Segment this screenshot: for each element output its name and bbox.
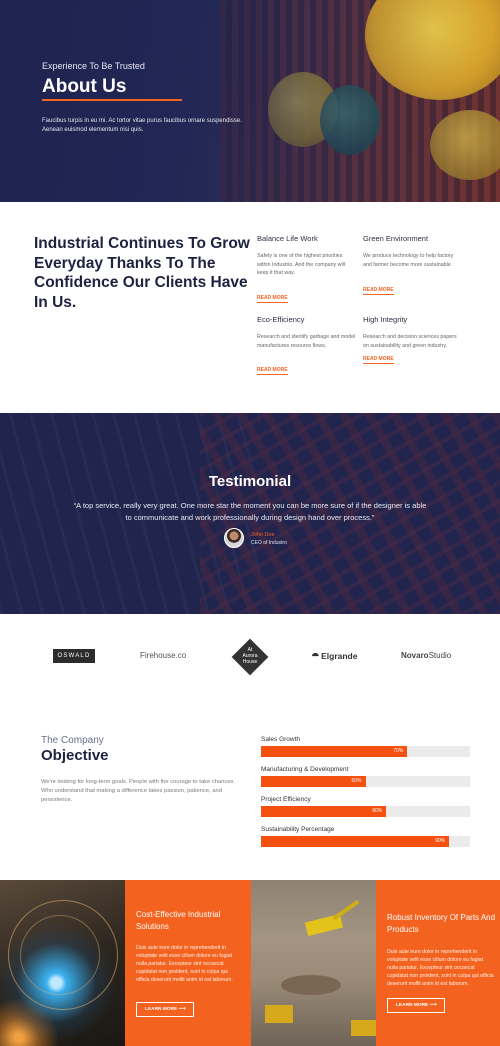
testimonial-section: Testimonial “A top service, really very … <box>0 413 500 614</box>
objective-description: We're looking for long-term goals. Peopl… <box>41 779 236 803</box>
client-logo-oswald: OSWALD <box>53 649 95 663</box>
progress-fill: 50% <box>261 776 366 787</box>
progress-percent: 60% <box>372 808 383 814</box>
title-underline <box>42 99 182 101</box>
hero-description: Faucibus turpis in eu mi. Ac tortor vita… <box>42 118 242 133</box>
progress-track: 60% <box>261 806 470 817</box>
about-headline: Industrial Continues To Grow Everyday Th… <box>34 235 250 311</box>
progress-sustainability-percentage: Sustainability Percentage 90% <box>261 826 470 847</box>
novaro-logo-light: Studio <box>428 651 452 660</box>
hero-kicker: Experience To Be Trusted <box>42 61 145 71</box>
testimonial-author-role: CEO of Industro <box>251 540 287 546</box>
rock-pile <box>281 975 341 995</box>
progress-track: 70% <box>261 746 470 757</box>
feature-eco-efficiency: Eco-Efficiency Research and identify gar… <box>257 315 357 375</box>
service-card-robust-inventory: Robust Inventory Of Parts And Products D… <box>376 880 500 1046</box>
progress-track: 90% <box>261 836 470 847</box>
read-more-link[interactable]: READ MORE <box>257 367 288 375</box>
feature-title: High Integrity <box>363 315 408 324</box>
service-card-cost-effective: Cost-Effective Industrial Solutions Duis… <box>125 880 251 1046</box>
client-logo-aurora-house: At Aurora House <box>231 638 269 676</box>
progress-manufacturing-development: Manufacturing & Development 50% <box>261 766 470 787</box>
client-logo-firehouse: Firehouse.co <box>140 651 187 660</box>
progress-percent: 90% <box>435 838 446 844</box>
aurora-logo-line: House <box>242 659 258 665</box>
progress-fill: 90% <box>261 836 450 847</box>
read-more-link[interactable]: READ MORE <box>363 356 394 364</box>
excavator-arm <box>332 899 360 921</box>
feature-green-environment: Green Environment We produce technology … <box>363 234 463 295</box>
service-text: Duis aute irure dolor in reprehenderit i… <box>136 945 233 983</box>
feature-high-integrity: High Integrity Research and decision sci… <box>363 315 463 364</box>
progress-label: Sales Growth <box>261 736 301 743</box>
feature-balance-life-work: Balance Life Work Safety is one of the h… <box>257 234 357 303</box>
testimonial-quote: “A top service, really very great. One m… <box>73 501 427 522</box>
progress-percent: 50% <box>351 778 362 784</box>
objective-title: Objective <box>41 747 109 764</box>
elgrande-logo-text: Elgrande <box>321 651 358 661</box>
elgrande-mark-icon: ⯊ <box>312 651 319 661</box>
progress-fill: 60% <box>261 806 387 817</box>
page-title: About Us <box>42 76 127 97</box>
client-logo-elgrande: ⯊ Elgrande <box>312 651 357 662</box>
testimonial-title: Testimonial <box>208 473 292 490</box>
testimonial-author-name: John Doe <box>251 532 275 538</box>
progress-label: Manufacturing & Development <box>261 766 349 773</box>
progress-track: 50% <box>261 776 470 787</box>
learn-more-button[interactable]: LEARN MORE ⟶ <box>387 998 446 1013</box>
feature-text: Safety is one of the highest priorities … <box>257 253 346 276</box>
feature-title: Green Environment <box>363 234 429 243</box>
progress-label: Sustainability Percentage <box>261 826 335 833</box>
mining-excavator-image <box>251 880 376 1046</box>
progress-percent: 70% <box>393 748 404 754</box>
dump-truck <box>265 1005 293 1023</box>
read-more-link[interactable]: READ MORE <box>363 287 394 295</box>
service-title: Robust Inventory Of Parts And Products <box>387 913 496 934</box>
aurora-logo-text: At Aurora House <box>232 647 268 665</box>
service-text: Duis aute irure dolor in reprehenderit i… <box>387 949 494 987</box>
feature-text: Research and identify garbage and model … <box>257 334 356 349</box>
feature-title: Balance Life Work <box>257 234 318 243</box>
spark-arc <box>20 915 100 995</box>
avatar <box>224 528 244 548</box>
learn-more-button[interactable]: LEARN MORE ⟶ <box>136 1002 195 1017</box>
hero-banner: Experience To Be Trusted About Us Faucib… <box>0 0 500 202</box>
progress-project-efficiency: Project Efficiency 60% <box>261 796 470 817</box>
dump-truck <box>351 1020 376 1036</box>
hero-overlay <box>0 0 500 202</box>
feature-text: Research and decision sciences papers on… <box>363 334 457 349</box>
progress-fill: 70% <box>261 746 408 757</box>
novaro-logo-bold: Novaro <box>401 651 429 660</box>
service-title: Cost-Effective Industrial Solutions <box>136 910 221 931</box>
read-more-link[interactable]: READ MORE <box>257 295 288 303</box>
welding-sparks-image <box>0 880 125 1046</box>
objective-kicker: The Company <box>41 735 104 746</box>
progress-label: Project Efficiency <box>261 796 311 803</box>
feature-text: We produce technology to help factory an… <box>363 253 454 268</box>
feature-title: Eco-Efficiency <box>257 315 305 324</box>
progress-sales-growth: Sales Growth 70% <box>261 736 470 757</box>
client-logo-novaro-studio: NovaroStudio <box>401 651 451 660</box>
